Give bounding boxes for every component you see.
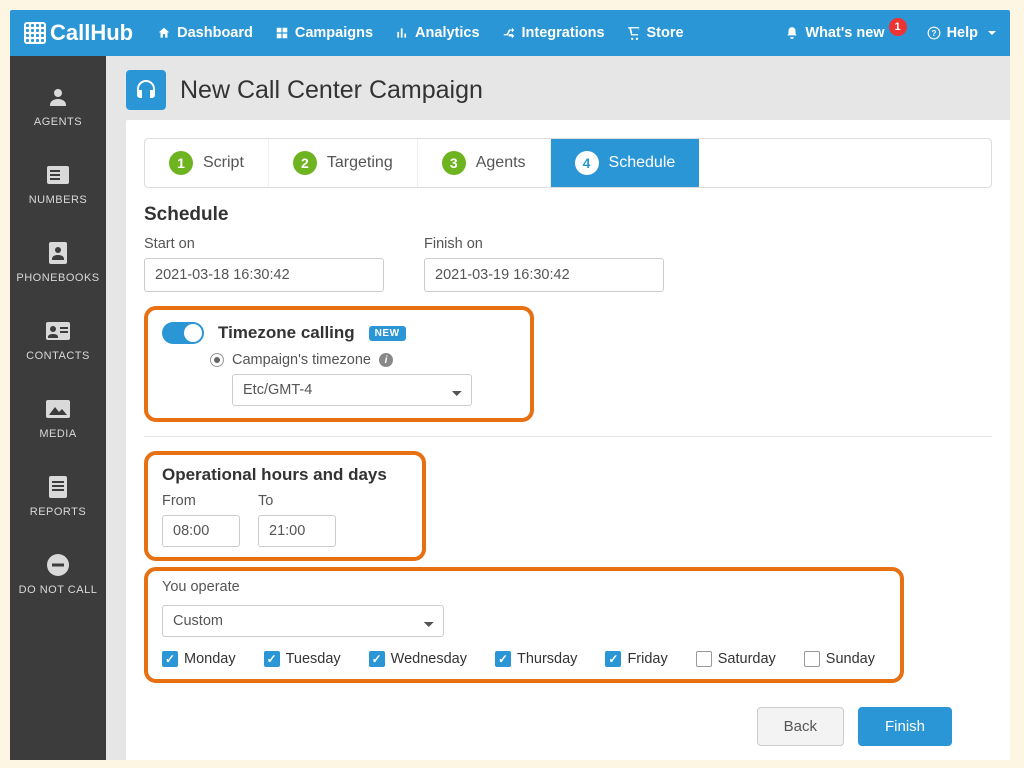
sidebar-item-numbers[interactable]: NUMBERS — [10, 148, 106, 224]
wizard-step-schedule[interactable]: 4Schedule — [551, 139, 700, 187]
topbar: CallHub Dashboard Campaigns Analytics In… — [10, 10, 1010, 56]
svg-text:?: ? — [931, 29, 936, 38]
day-thursday[interactable]: Thursday — [495, 651, 577, 667]
operate-select[interactable]: Custom — [162, 605, 444, 637]
headset-icon-button[interactable] — [126, 70, 166, 110]
shuffle-icon — [502, 26, 516, 40]
schedule-heading: Schedule — [144, 204, 992, 226]
cart-icon — [627, 26, 641, 40]
bell-icon — [785, 26, 799, 40]
checkbox-icon — [495, 651, 511, 667]
finish-on-input[interactable] — [424, 258, 664, 292]
checkbox-icon — [605, 651, 621, 667]
wizard-step-agents[interactable]: 3Agents — [418, 139, 551, 187]
campaign-timezone-radio[interactable] — [210, 353, 224, 367]
chart-icon — [395, 26, 409, 40]
operational-hours-box: Operational hours and days From To — [144, 451, 426, 561]
day-friday[interactable]: Friday — [605, 651, 667, 667]
start-on-input[interactable] — [144, 258, 384, 292]
day-saturday[interactable]: Saturday — [696, 651, 776, 667]
finish-button[interactable]: Finish — [858, 707, 952, 746]
new-badge: NEW — [369, 326, 406, 341]
nav-integrations[interactable]: Integrations — [502, 25, 605, 41]
content-area: New Call Center Campaign 1Script 2Target… — [106, 56, 1010, 760]
person-icon — [45, 84, 71, 110]
sidebar-item-media[interactable]: MEDIA — [10, 382, 106, 458]
logo-icon — [24, 22, 46, 44]
phone-card-icon — [45, 162, 71, 188]
timezone-calling-box: Timezone calling NEW Campaign's timezone… — [144, 306, 534, 422]
checkbox-icon — [162, 651, 178, 667]
brand-text: CallHub — [50, 20, 133, 46]
sidebar-item-reports[interactable]: REPORTS — [10, 460, 106, 536]
wizard-steps: 1Script 2Targeting 3Agents 4Schedule — [144, 138, 992, 188]
home-icon — [157, 26, 171, 40]
whatsnew-badge: 1 — [889, 18, 907, 36]
checkbox-icon — [804, 651, 820, 667]
day-wednesday[interactable]: Wednesday — [369, 651, 467, 667]
from-label: From — [162, 493, 240, 509]
info-icon[interactable]: i — [379, 353, 393, 367]
minus-circle-icon — [45, 552, 71, 578]
image-icon — [45, 396, 71, 422]
sidebar-item-donotcall[interactable]: DO NOT CALL — [10, 538, 106, 614]
nav-dashboard[interactable]: Dashboard — [157, 25, 253, 41]
you-operate-label: You operate — [162, 579, 886, 595]
contact-card-icon — [45, 318, 71, 344]
wizard-step-script[interactable]: 1Script — [145, 139, 269, 187]
back-button[interactable]: Back — [757, 707, 844, 746]
day-tuesday[interactable]: Tuesday — [264, 651, 341, 667]
wizard-step-targeting[interactable]: 2Targeting — [269, 139, 418, 187]
timezone-select[interactable]: Etc/GMT-4 — [232, 374, 472, 406]
to-label: To — [258, 493, 336, 509]
from-time-input[interactable] — [162, 515, 240, 547]
grid-icon — [275, 26, 289, 40]
timezone-toggle[interactable] — [162, 322, 204, 344]
finish-on-label: Finish on — [424, 236, 664, 252]
page-title: New Call Center Campaign — [180, 76, 483, 105]
start-on-label: Start on — [144, 236, 384, 252]
nav-campaigns[interactable]: Campaigns — [275, 25, 373, 41]
divider — [144, 436, 992, 437]
day-sunday[interactable]: Sunday — [804, 651, 875, 667]
sidebar-item-agents[interactable]: AGENTS — [10, 70, 106, 146]
nav-help[interactable]: ? Help — [927, 25, 996, 41]
sidebar: AGENTS NUMBERS PHONEBOOKS CONTACTS MEDIA… — [10, 56, 106, 760]
operate-days-box: You operate Custom Monday Tuesday Wednes… — [144, 567, 904, 683]
day-monday[interactable]: Monday — [162, 651, 236, 667]
sidebar-item-phonebooks[interactable]: PHONEBOOKS — [10, 226, 106, 302]
checkbox-icon — [696, 651, 712, 667]
document-icon — [45, 474, 71, 500]
addressbook-icon — [45, 240, 71, 266]
operational-heading: Operational hours and days — [162, 465, 408, 485]
checkbox-icon — [264, 651, 280, 667]
campaign-timezone-label: Campaign's timezone — [232, 352, 371, 368]
headset-icon — [134, 78, 158, 102]
nav-analytics[interactable]: Analytics — [395, 25, 479, 41]
nav-store[interactable]: Store — [627, 25, 684, 41]
timezone-title: Timezone calling — [218, 323, 355, 343]
sidebar-item-contacts[interactable]: CONTACTS — [10, 304, 106, 380]
nav-whatsnew[interactable]: What's new 1 — [785, 25, 906, 41]
help-icon: ? — [927, 26, 941, 40]
to-time-input[interactable] — [258, 515, 336, 547]
checkbox-icon — [369, 651, 385, 667]
brand-logo[interactable]: CallHub — [24, 20, 133, 46]
